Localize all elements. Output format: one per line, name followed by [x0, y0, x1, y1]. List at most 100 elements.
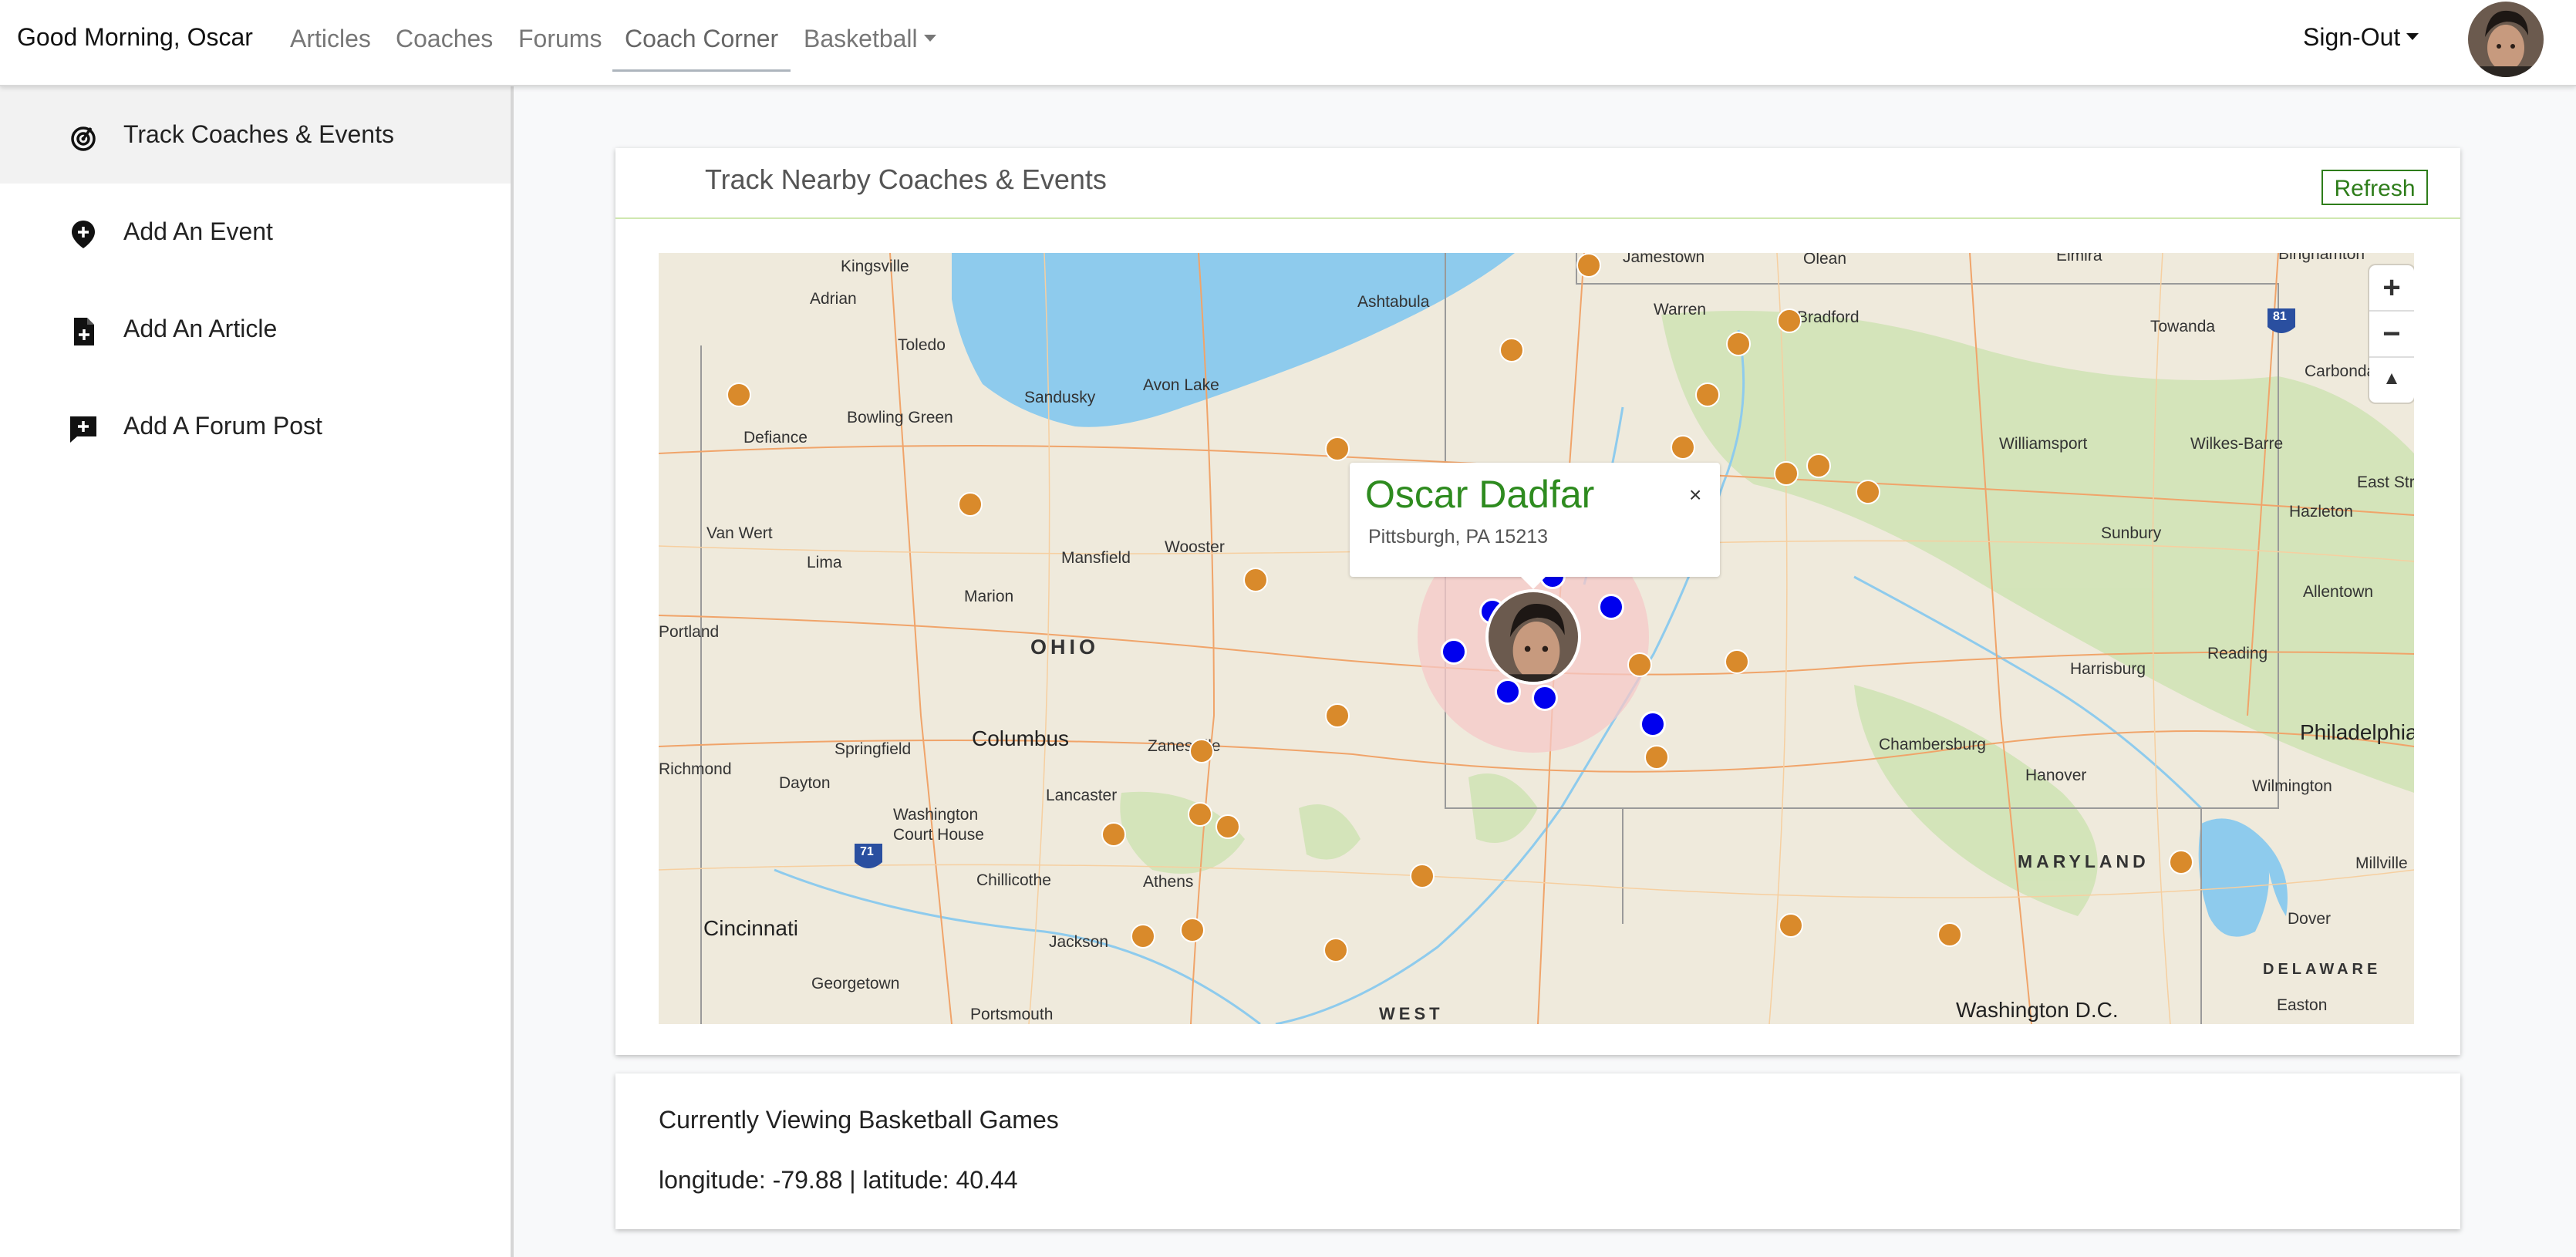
zoom-controls: + − ▲	[2369, 265, 2414, 403]
avatar[interactable]	[2468, 2, 2544, 77]
event-marker[interactable]	[1576, 253, 1601, 278]
nav-link-coach-corner[interactable]: Coach Corner	[612, 25, 791, 72]
sidebar-item-label: Add An Article	[123, 315, 278, 342]
map-city-label: Mansfield	[1061, 549, 1131, 567]
event-marker[interactable]	[1779, 913, 1803, 938]
popup-location: Pittsburgh, PA 15213	[1368, 526, 1549, 548]
event-marker[interactable]	[1671, 435, 1695, 460]
event-marker[interactable]	[1777, 308, 1802, 333]
map-city-label: Cincinnati	[703, 916, 798, 940]
nav-link-articles[interactable]: Articles	[290, 25, 371, 53]
greeting-text: Good Morning, Oscar	[17, 23, 253, 51]
top-navbar: Good Morning, Oscar Articles Coaches For…	[0, 0, 2576, 86]
nav-link-forums[interactable]: Forums	[518, 25, 602, 53]
highway-shield: 81	[2273, 310, 2287, 323]
event-marker[interactable]	[958, 492, 983, 517]
event-marker[interactable]	[1726, 332, 1751, 356]
map-city-label: Washington Court House	[893, 806, 984, 844]
map-city-label: Towanda	[2150, 318, 2216, 335]
map-card: Track Nearby Coaches & Events Refresh Ki…	[615, 148, 2460, 1055]
map-city-label: Wilmington	[2252, 777, 2332, 795]
coordinates-text: longitude: -79.88 | latitude: 40.44	[659, 1166, 1018, 1194]
event-marker[interactable]	[1325, 703, 1350, 728]
map-city-label: Hazleton	[2289, 503, 2353, 521]
zoom-in-button[interactable]: +	[2369, 265, 2414, 310]
map-city-label: Portland	[659, 623, 720, 641]
map-pin-plus-icon	[72, 221, 95, 248]
map-city-label: Dover	[2288, 910, 2332, 928]
coach-marker[interactable]	[1598, 594, 1624, 620]
map-city-label: Kingsville	[841, 258, 909, 275]
event-marker[interactable]	[727, 382, 751, 407]
zoom-out-button[interactable]: −	[2369, 312, 2414, 356]
current-user-marker[interactable]	[1485, 589, 1581, 685]
sidebar-item-add-event[interactable]: Add An Event	[0, 184, 511, 281]
message-plus-icon	[70, 416, 96, 443]
map-city-label: Harrisburg	[2070, 660, 2146, 678]
map-city-label: Richmond	[659, 760, 732, 778]
event-marker[interactable]	[2169, 850, 2193, 875]
event-marker[interactable]	[1695, 382, 1720, 407]
event-marker[interactable]	[1499, 338, 1524, 362]
chevron-down-icon	[2406, 33, 2419, 41]
map-city-label: Van Wert	[706, 524, 773, 542]
event-marker[interactable]	[1189, 739, 1214, 763]
map-state-label: WEST	[1379, 1004, 1444, 1023]
event-marker[interactable]	[1937, 922, 1962, 947]
map-state-label: DELAWARE	[2263, 961, 2382, 978]
event-marker[interactable]	[1627, 652, 1652, 677]
signout-dropdown[interactable]: Sign-Out	[2303, 23, 2419, 52]
map-state-label: OHIO	[1030, 635, 1100, 659]
refresh-button[interactable]: Refresh	[2321, 170, 2428, 205]
map-city-label: Jamestown	[1623, 253, 1705, 266]
map-city-label: Defiance	[743, 429, 808, 447]
map-city-label: Millville	[2355, 854, 2408, 872]
event-marker[interactable]	[1188, 802, 1212, 827]
event-marker[interactable]	[1131, 924, 1155, 949]
coach-marker[interactable]	[1532, 685, 1558, 711]
nav-dropdown-basketball[interactable]: Basketball	[804, 25, 936, 53]
coach-marker[interactable]	[1495, 679, 1521, 705]
close-icon[interactable]: ×	[1689, 483, 1701, 507]
event-marker[interactable]	[1216, 814, 1240, 839]
event-marker[interactable]	[1806, 453, 1831, 478]
sidebar: Track Coaches & Events Add An Event Add …	[0, 86, 514, 1257]
map-city-label: Columbus	[972, 726, 1070, 750]
map-city-label: Springfield	[835, 740, 912, 758]
map-city-label: East Stroudsburg	[2357, 473, 2414, 491]
event-marker[interactable]	[1323, 938, 1348, 962]
compass-icon[interactable]: ▲	[2369, 356, 2414, 401]
coach-marker[interactable]	[1441, 639, 1467, 665]
event-marker[interactable]	[1180, 918, 1205, 942]
file-plus-icon	[74, 318, 94, 345]
sidebar-item-add-article[interactable]: Add An Article	[0, 281, 511, 378]
event-marker[interactable]	[1725, 649, 1749, 674]
map-city-label: Wooster	[1165, 538, 1225, 556]
event-marker[interactable]	[1856, 480, 1880, 504]
event-marker[interactable]	[1410, 864, 1435, 888]
map-city-label: Dayton	[779, 774, 831, 792]
nav-link-coaches[interactable]: Coaches	[396, 25, 493, 53]
sidebar-item-label: Add A Forum Post	[123, 412, 322, 440]
basketball-dropdown-label: Basketball	[804, 25, 918, 52]
sidebar-item-track[interactable]: Track Coaches & Events	[0, 86, 511, 184]
chevron-down-icon	[923, 35, 936, 42]
sidebar-item-add-forum-post[interactable]: Add A Forum Post	[0, 378, 511, 475]
sidebar-item-label: Add An Event	[123, 217, 273, 245]
map-city-label: Hanover	[2025, 767, 2087, 784]
map-view[interactable]: Kingsville Jamestown Olean Elmira Bingha…	[659, 253, 2414, 1024]
event-marker[interactable]	[1774, 461, 1799, 486]
highway-shield: 71	[860, 845, 874, 858]
map-city-label: Lancaster	[1046, 787, 1118, 804]
event-marker[interactable]	[1325, 436, 1350, 461]
map-city-label: Allentown	[2303, 583, 2374, 601]
event-marker[interactable]	[1644, 745, 1669, 770]
map-city-label: Sunbury	[2101, 524, 2162, 542]
map-city-label: Reading	[2207, 645, 2268, 662]
map-city-label: Olean	[1803, 253, 1847, 268]
user-popup: Oscar Dadfar Pittsburgh, PA 15213 ×	[1350, 463, 1720, 589]
event-marker[interactable]	[1243, 568, 1268, 592]
map-city-label: Lima	[807, 554, 842, 571]
coach-marker[interactable]	[1640, 711, 1666, 737]
event-marker[interactable]	[1101, 822, 1126, 847]
